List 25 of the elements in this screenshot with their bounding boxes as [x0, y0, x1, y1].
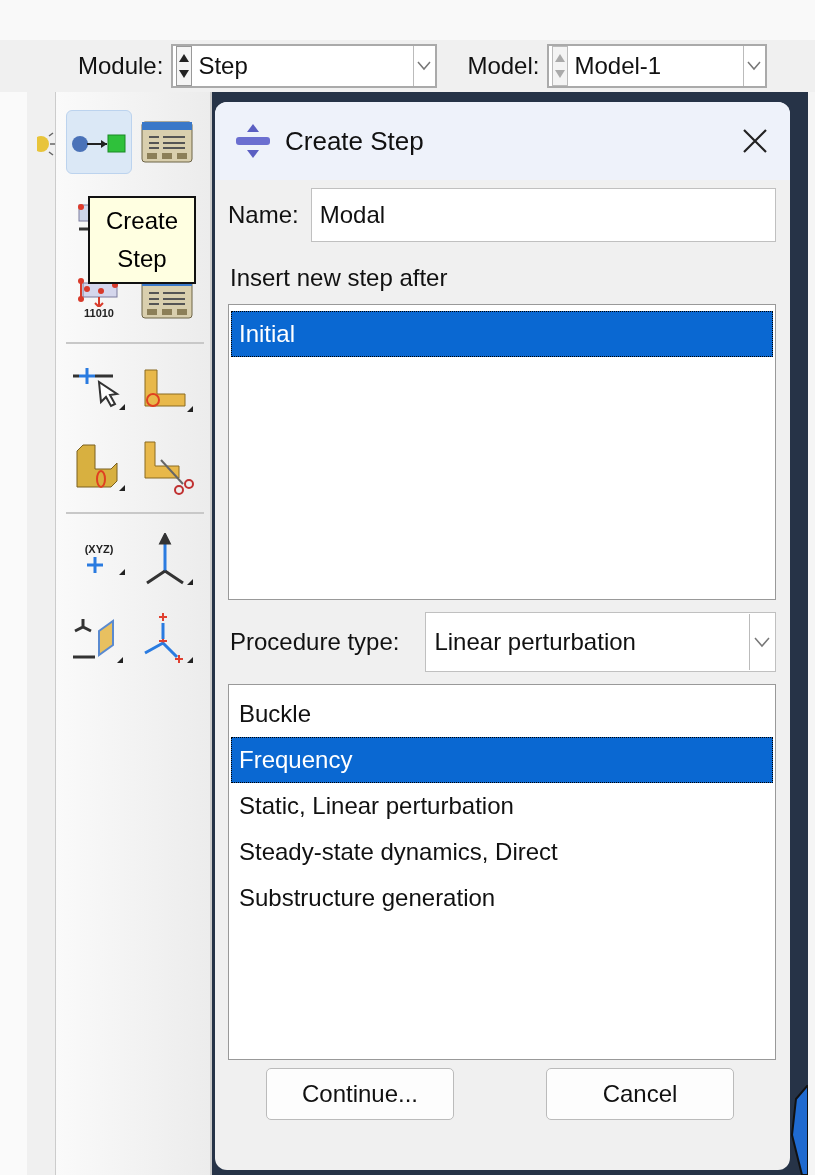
name-label: Name: [228, 201, 299, 229]
name-field[interactable]: Modal [310, 188, 776, 242]
list-item[interactable]: Substructure generation [231, 875, 773, 921]
list-item[interactable]: Buckle [231, 691, 773, 737]
dialog-title: Create Step [285, 125, 425, 157]
spinner-icon [552, 46, 569, 86]
dialog-button[interactable]: Continue... [266, 1068, 454, 1120]
insert-label: Insert new step after [230, 264, 449, 292]
list-item[interactable]: Steady-state dynamics, Direct [231, 829, 773, 875]
dialog-button[interactable]: Cancel [546, 1068, 734, 1120]
step-icon [235, 124, 271, 158]
manager-window-icon [141, 121, 193, 163]
procedure-combo[interactable]: Linear perturbation [425, 612, 776, 672]
procedure-label: Procedure type: [230, 628, 400, 656]
list-item[interactable]: Initial [231, 311, 773, 357]
spinner-icon [176, 46, 193, 86]
tool-button[interactable]: (XYZ) [66, 528, 132, 592]
module-combo[interactable]: Step [171, 44, 438, 88]
model-label: Model: [467, 52, 540, 80]
list-item[interactable]: Frequency [231, 737, 773, 783]
list-item[interactable]: Static, Linear perturbation [231, 783, 773, 829]
tooltip: Create Step [88, 196, 196, 284]
model-combo[interactable]: Model-1 [547, 44, 768, 88]
close-icon[interactable] [742, 128, 768, 154]
module-label: Module: [78, 52, 164, 80]
